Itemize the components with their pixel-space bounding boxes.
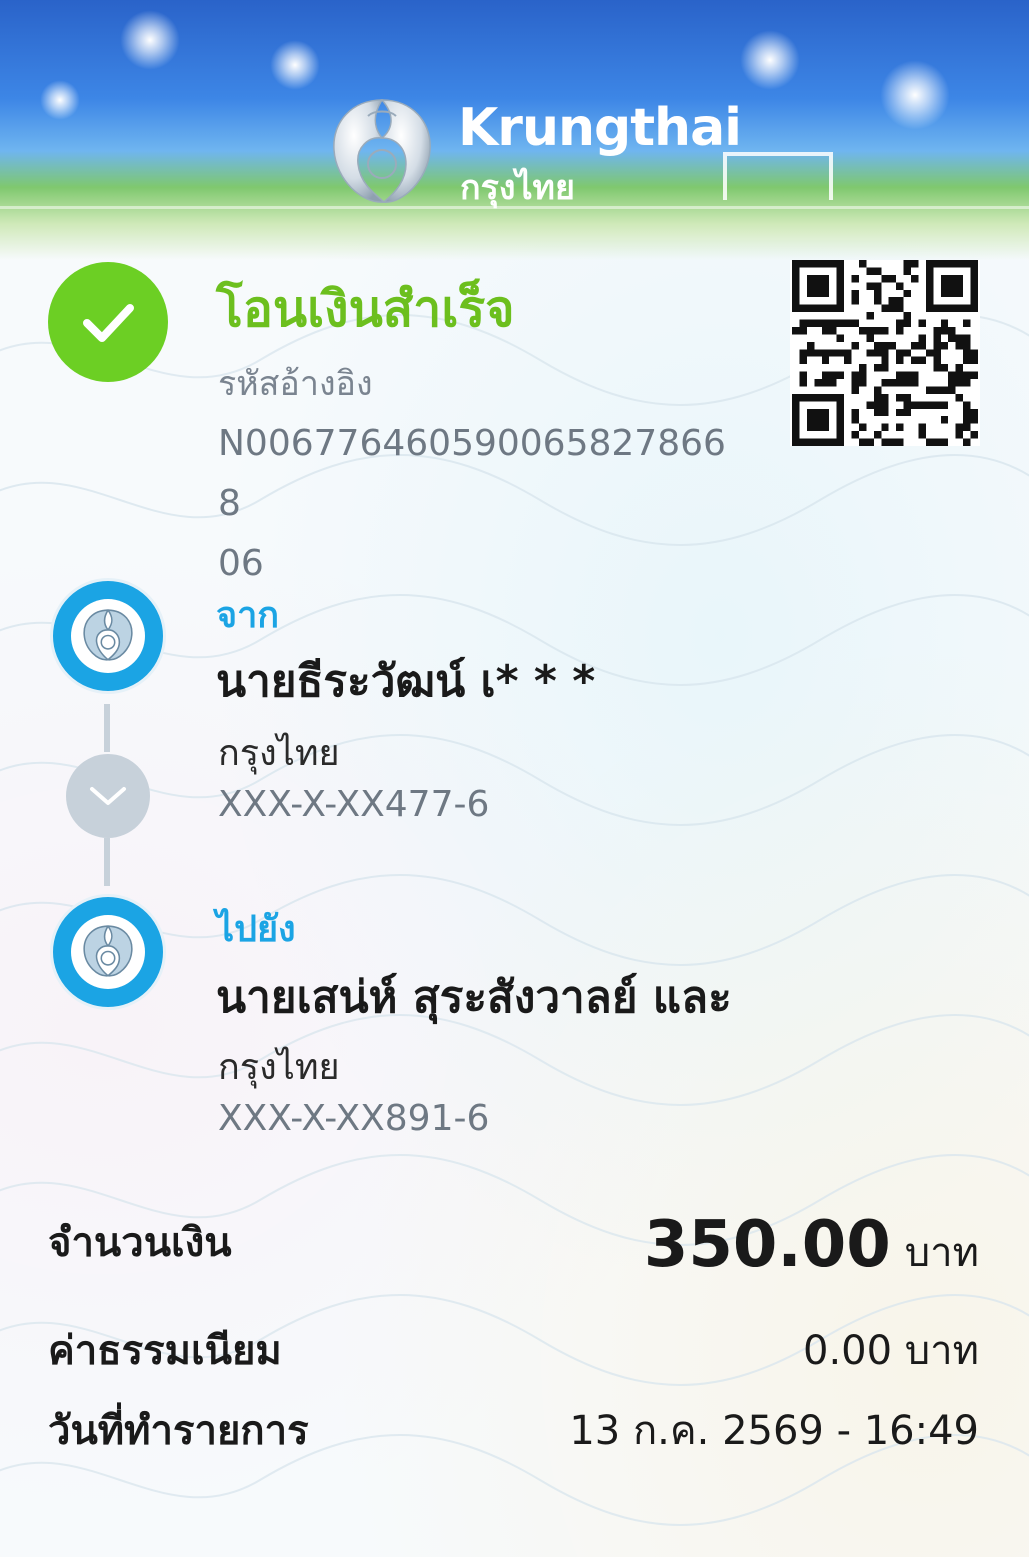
amount-label: จำนวนเงิน	[48, 1220, 232, 1266]
to-label: ไปยัง	[216, 909, 296, 950]
receiver-bank-avatar	[50, 894, 166, 1010]
date-value: 13 ก.ค. 2569 - 16:49	[569, 1408, 979, 1454]
krungthai-logo-icon	[333, 99, 431, 203]
receiver-name: นายเสน่ห์ สุระสังวาลย์ และ	[216, 972, 732, 1023]
brand-name-th: กรุงไทย	[460, 168, 575, 208]
from-label: จาก	[216, 595, 280, 636]
qr-code[interactable]	[790, 260, 980, 446]
stadium-light	[40, 80, 80, 120]
stadium-light	[120, 10, 180, 70]
amount-value-row: 350.00 บาท	[644, 1208, 979, 1284]
receiver-bank: กรุงไทย	[218, 1047, 340, 1088]
chevron-down-icon	[66, 754, 150, 838]
header-banner: Krungthai กรุงไทย	[0, 0, 1029, 260]
sender-account: XXX-X-XX477-6	[218, 784, 490, 825]
sender-name: นายธีระวัฒน์ เ* * *	[216, 656, 596, 707]
status-title: โอนเงินสำเร็จ	[216, 280, 515, 338]
receiver-account: XXX-X-XX891-6	[218, 1098, 490, 1139]
sender-bank-avatar	[50, 578, 166, 694]
flow-connector	[104, 704, 110, 752]
amount-unit: บาท	[904, 1230, 979, 1276]
brand-name-en: Krungthai	[458, 98, 742, 158]
krungthai-bird-icon	[83, 925, 133, 977]
stadium-light	[270, 40, 320, 90]
flow-connector	[104, 838, 110, 886]
reference-label: รหัสอ้างอิง	[218, 364, 373, 404]
amount-value: 350.00	[643, 1208, 891, 1282]
success-check-icon	[48, 262, 168, 382]
stadium-light	[740, 30, 800, 90]
krungthai-bird-icon	[83, 609, 133, 661]
reference-number: N0067764605900658278668 06	[218, 414, 748, 594]
reference-line-1: N0067764605900658278668	[218, 423, 726, 524]
goal-post	[723, 152, 833, 200]
reference-line-2: 06	[218, 543, 264, 584]
fee-label: ค่าธรรมเนียม	[48, 1328, 282, 1374]
sender-bank: กรุงไทย	[218, 733, 340, 774]
date-label: วันที่ทำรายการ	[48, 1408, 309, 1454]
fee-value: 0.00 บาท	[803, 1328, 979, 1374]
stadium-light	[880, 60, 950, 130]
